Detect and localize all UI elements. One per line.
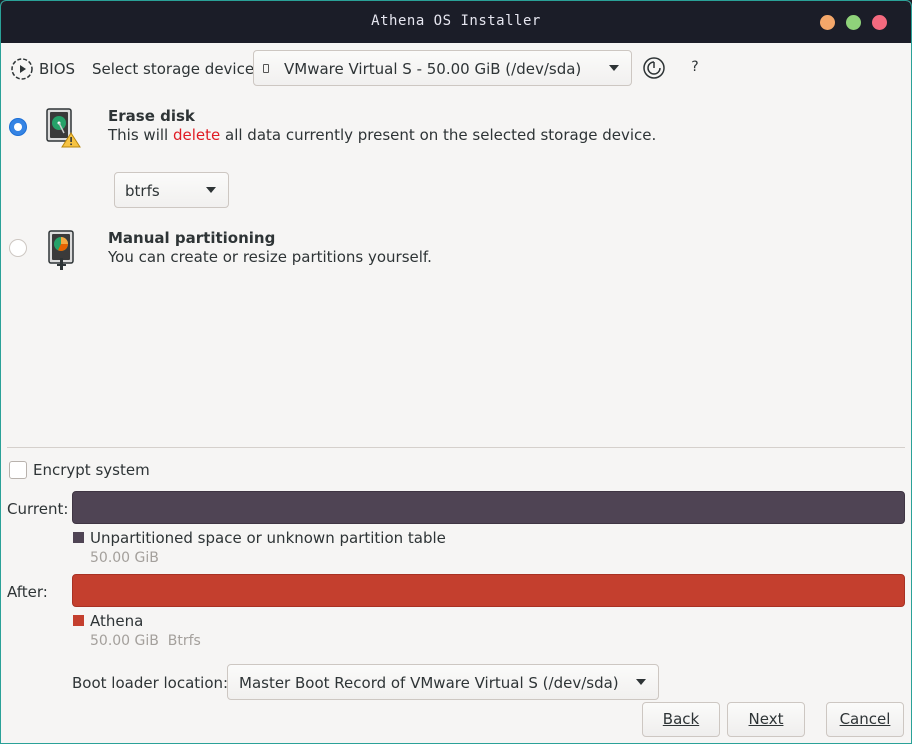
- encrypt-system-checkbox[interactable]: [9, 461, 27, 479]
- hard-disk-warning-icon: [46, 108, 81, 148]
- filesystem-value: btrfs: [125, 182, 160, 200]
- current-label: Current:: [7, 500, 69, 518]
- after-legend-swatch: [73, 615, 84, 626]
- current-partition-size: 50.00 GiB: [90, 550, 159, 566]
- help-button[interactable]: ?: [687, 59, 703, 75]
- filesystem-select[interactable]: btrfs: [114, 172, 229, 208]
- after-partition-name: Athena: [90, 612, 144, 630]
- erase-desc-prefix: This will: [108, 126, 173, 144]
- erase-disk-description: This will delete all data currently pres…: [108, 126, 656, 144]
- erase-desc-suffix: all data currently present on the select…: [220, 126, 657, 144]
- boot-loader-value: Master Boot Record of VMware Virtual S (…: [239, 674, 619, 692]
- close-button[interactable]: [872, 15, 887, 30]
- drive-icon: [263, 64, 269, 73]
- play-circle-icon: [11, 58, 33, 80]
- manual-partitioning-radio[interactable]: [9, 239, 27, 257]
- boot-loader-select[interactable]: Master Boot Record of VMware Virtual S (…: [227, 664, 659, 700]
- current-partition-name: Unpartitioned space or unknown partition…: [90, 529, 446, 547]
- erase-desc-highlight: delete: [172, 126, 221, 144]
- boot-loader-label: Boot loader location:: [72, 674, 229, 692]
- manual-partitioning-title: Manual partitioning: [108, 229, 276, 247]
- current-legend-swatch: [73, 532, 84, 543]
- titlebar: Athena OS Installer: [1, 1, 911, 43]
- encrypt-system-label[interactable]: Encrypt system: [33, 461, 150, 479]
- storage-device-value: VMware Virtual S - 50.00 GiB (/dev/sda): [284, 60, 582, 78]
- back-button[interactable]: Back: [642, 702, 720, 737]
- erase-disk-title: Erase disk: [108, 107, 195, 125]
- current-partition-bar: [72, 491, 905, 524]
- erase-disk-radio[interactable]: [9, 118, 27, 136]
- next-button[interactable]: Next: [727, 702, 805, 737]
- chevron-down-icon: [636, 679, 646, 685]
- section-divider: [7, 447, 905, 448]
- after-partition-bar: [72, 574, 905, 607]
- chevron-down-icon: [206, 187, 216, 193]
- installer-window: Athena OS Installer BIOS Select storage …: [0, 0, 912, 744]
- maximize-button[interactable]: [846, 15, 861, 30]
- minimize-button[interactable]: [820, 15, 835, 30]
- hard-disk-partition-icon: [48, 230, 74, 270]
- partition-refresh-icon[interactable]: [642, 56, 666, 80]
- manual-partitioning-description: You can create or resize partitions your…: [108, 248, 432, 266]
- storage-toolbar: BIOS Select storage device: VMware Virtu…: [1, 43, 911, 95]
- boot-mode-label: BIOS: [39, 60, 76, 78]
- after-label: After:: [7, 583, 48, 601]
- after-partition-size: 50.00 GiB Btrfs: [90, 633, 201, 649]
- cancel-button[interactable]: Cancel: [826, 702, 904, 737]
- window-title: Athena OS Installer: [371, 13, 541, 29]
- storage-device-select[interactable]: VMware Virtual S - 50.00 GiB (/dev/sda): [253, 50, 632, 86]
- chevron-down-icon: [609, 65, 619, 71]
- storage-device-label: Select storage device:: [92, 60, 260, 78]
